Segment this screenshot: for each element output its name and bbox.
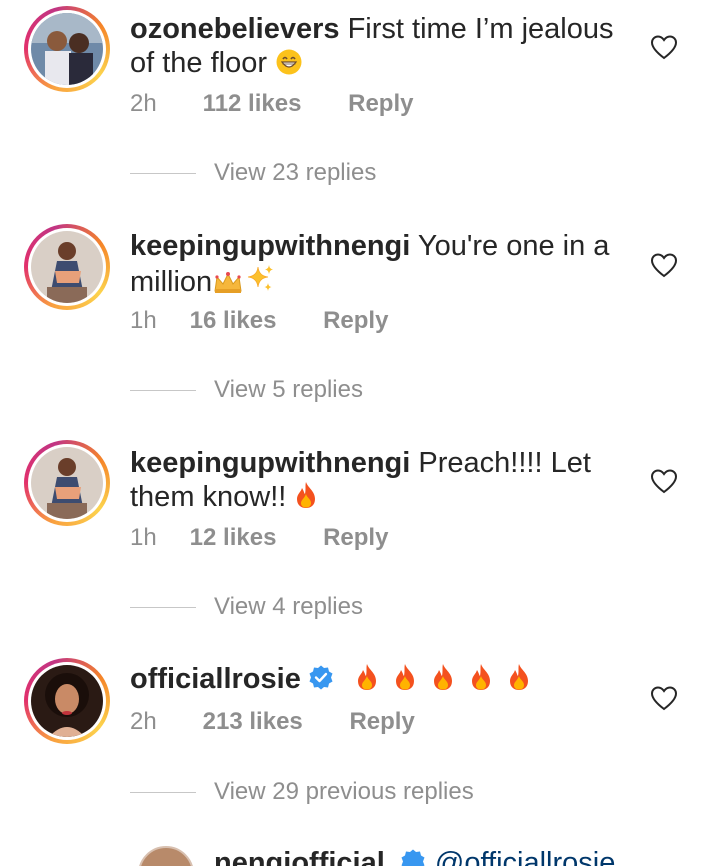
crown-icon [212,269,244,303]
fire-icon [355,662,379,700]
fire-icon [507,662,531,700]
view-replies-label: View 4 replies [214,593,363,620]
avatar[interactable] [24,440,110,526]
view-previous-replies-button[interactable]: View 29 previous replies [130,777,474,807]
reply-button[interactable]: Reply [348,90,413,118]
view-replies-label: View 29 previous replies [214,778,474,805]
verified-badge-icon [307,664,335,692]
like-heart-icon[interactable] [650,34,678,60]
reply-button[interactable]: Reply [349,708,414,736]
comment-meta: 1h 16 likes Reply [130,307,388,335]
view-replies-label: View 23 replies [214,159,377,186]
like-heart-icon[interactable] [650,685,678,711]
reply-button[interactable]: Reply [323,524,388,552]
view-replies-button[interactable]: View 5 replies [130,375,363,405]
comment-likes[interactable]: 112 likes [203,90,302,118]
divider [130,791,196,793]
comment-username[interactable]: keepingupwithnengi [130,447,410,479]
like-heart-icon[interactable] [650,252,678,278]
mention-link[interactable]: @officiallrosie [435,847,615,866]
view-replies-button[interactable]: View 23 replies [130,158,376,188]
fire-emoji-group [355,662,531,700]
view-replies-label: View 5 replies [214,376,363,403]
comment-username[interactable]: ozonebelievers [130,13,340,45]
divider [130,389,196,391]
verified-badge-icon [399,848,427,866]
comment-time: 2h [130,708,157,735]
comment-likes[interactable]: 12 likes [190,524,277,552]
fire-icon [393,662,417,700]
comment-meta: 1h 12 likes Reply [130,524,388,552]
like-heart-icon[interactable] [650,468,678,494]
fire-icon [431,662,455,700]
reply-comment-partial: nengiofficial @officiallrosie [0,846,720,866]
comment-likes[interactable]: 213 likes [203,708,303,736]
avatar[interactable] [24,6,110,92]
grinning-face-icon [275,48,303,84]
comment-username[interactable]: officiallrosie [130,663,301,695]
sparkles-icon [244,263,276,303]
comment-time: 2h [130,90,157,117]
avatar[interactable] [24,224,110,310]
divider [130,606,196,608]
comment-meta: 2h 213 likes Reply [130,708,415,736]
reply-button[interactable]: Reply [323,307,388,335]
comment-meta: 2h 112 likes Reply [130,90,413,118]
avatar[interactable] [24,658,110,744]
fire-icon [469,662,493,700]
comment-time: 1h [130,524,157,551]
avatar[interactable] [138,846,194,866]
comment-username[interactable]: nengiofficial [214,847,385,866]
comment-likes[interactable]: 16 likes [190,307,277,335]
divider [130,172,196,174]
comment-time: 1h [130,307,157,334]
fire-icon [294,480,318,518]
comment-username[interactable]: keepingupwithnengi [130,230,410,262]
view-replies-button[interactable]: View 4 replies [130,592,363,622]
